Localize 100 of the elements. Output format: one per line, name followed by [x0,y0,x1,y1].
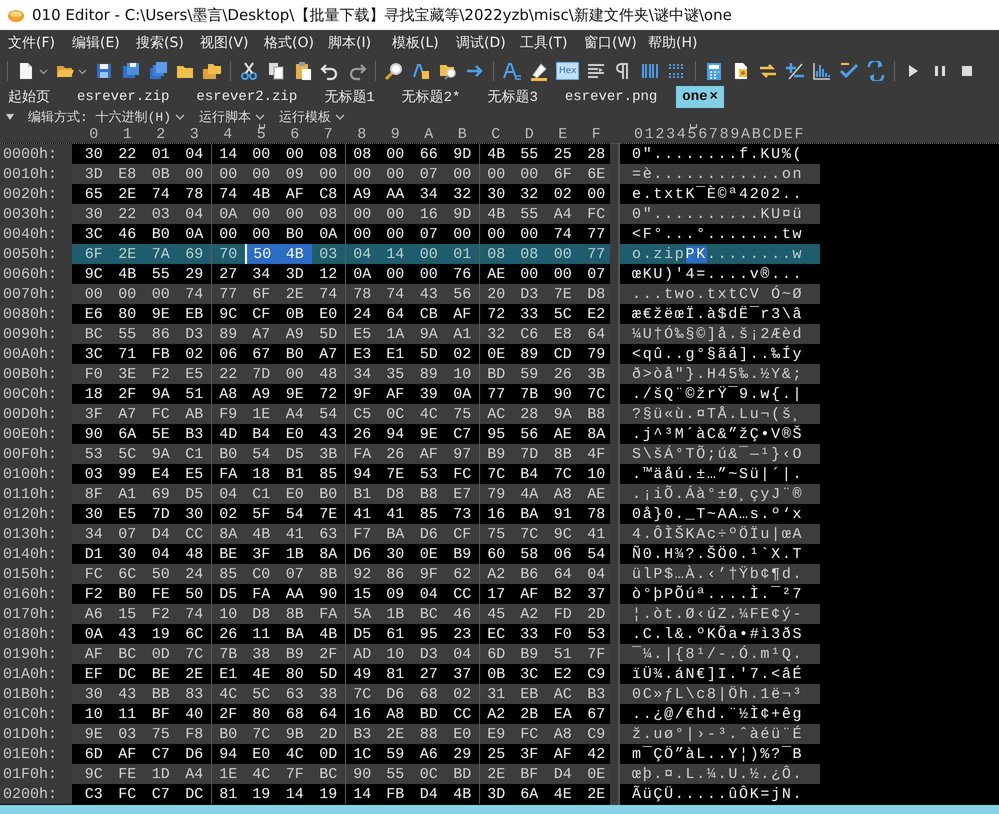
hex-byte: D3 [418,644,439,664]
hex-byte: B0 [284,224,305,244]
hex-byte: AC [552,684,573,704]
replace-icon[interactable] [411,61,431,81]
hex-byte: C8 [318,184,338,204]
hex-byte: 90 [552,384,573,404]
dropdown-menu[interactable]: 运行模板 [279,108,346,126]
hex-byte: 10 [84,704,104,724]
hex-byte: 29 [452,744,472,764]
hex-byte: BF [150,704,171,724]
search-icon[interactable] [384,61,404,81]
menu-item[interactable]: 编辑(E) [67,34,131,52]
hex-byte: 00 [84,284,104,304]
menu-item[interactable]: 格式(O) [259,34,323,52]
hex-byte: 64 [385,304,406,324]
menu-item[interactable]: 窗口(W) [579,34,643,52]
hex-byte: E8 [552,324,573,344]
tab[interactable]: 无标题2* [394,86,478,108]
ascii-text: ò°þPÕúª....Ì.¯²7 [632,586,804,602]
hex-byte: 5C [117,444,138,464]
hex-byte: 7D [251,364,272,384]
menu-item[interactable]: 搜索(S) [131,34,195,52]
hex-byte: 4B [318,624,338,644]
save-icon[interactable] [94,61,114,81]
hex-byte: 00 [284,364,305,384]
hex-byte: 9A [150,444,171,464]
hex-byte: 00 [385,164,406,184]
dropdown-menu[interactable]: 运行脚本 [199,108,266,126]
highlighter-icon[interactable] [529,61,549,81]
list-icon[interactable] [586,61,606,81]
collapse-icon[interactable] [6,113,14,121]
hex-byte: A1 [452,324,472,344]
column-marker-icon [690,124,696,128]
menu-item[interactable]: 脚本(I) [323,34,387,52]
columns-icon[interactable] [640,61,660,81]
column-label: 4 [222,126,234,143]
offset-label: 0120h: [0,504,72,524]
paste-icon[interactable] [293,61,313,81]
chevron-icon[interactable] [175,113,186,121]
folders-icon[interactable] [202,61,222,81]
save-as-icon[interactable] [121,61,141,81]
menu-item[interactable]: 模板(L) [387,34,451,52]
undo-icon[interactable] [320,61,340,81]
offset-label: 0110h: [0,484,72,504]
checkmark-icon[interactable] [839,61,860,81]
hex-byte: 86 [150,324,171,344]
hex-byte: BE [150,664,171,684]
scissors-icon[interactable] [239,61,259,81]
ascii-text: ........w [706,246,804,262]
hex-byte: 00 [184,164,204,184]
hex-byte: E7 [452,484,472,504]
hex-byte: E0 [452,724,472,744]
chevron-icon[interactable] [335,113,346,121]
hex-view-button[interactable]: Hex [556,62,580,80]
offset-label: 01A0h: [0,664,72,684]
chevron-icon[interactable] [255,113,266,121]
tab[interactable]: esrever.png [556,86,674,108]
menu-item[interactable]: 工具(T) [515,34,579,52]
save-all-icon[interactable] [148,61,168,81]
hex-byte: 7C [519,524,540,544]
tab-label[interactable]: one [682,89,708,105]
tab[interactable]: 无标题3 [479,86,555,108]
hex-byte: A4 [552,204,573,224]
hex-byte: 37 [586,584,606,604]
histogram-icon[interactable] [812,61,832,81]
redo-icon[interactable] [347,61,367,81]
tab[interactable]: 无标题1 [316,86,392,108]
hex-byte: 4E [251,664,272,684]
conversion-icon[interactable] [866,61,886,81]
tab[interactable]: esrever.zip [69,86,186,108]
tab[interactable]: 起始页 [0,86,67,108]
hex-byte: C1 [251,484,272,504]
dropdown-menu[interactable]: 编辑方式: 十六进制(H) [28,108,186,126]
close-icon[interactable]: × [710,89,718,105]
hex-byte: 85 [418,504,439,524]
hex-byte: FC [84,564,104,584]
hex-byte: 7C [586,384,606,404]
tab[interactable]: one× [676,86,724,108]
hex-byte: 43 [117,684,138,704]
hex-byte: 39 [418,384,439,404]
tab[interactable]: esrever2.zip [188,86,314,108]
hex-byte: 02 [452,344,472,364]
hex-byte: F0 [552,624,573,644]
menu-item[interactable]: 文件(F) [3,34,67,52]
offset-label: 0200h: [0,784,72,804]
hex-byte: 0C [418,764,439,784]
hex-byte: 6C [117,564,138,584]
menu-item[interactable]: 视图(V) [195,34,259,52]
hex-byte: 19 [318,784,338,804]
font-icon[interactable] [502,61,522,81]
hex-byte: BD [418,704,439,724]
menu-item[interactable]: 调试(D) [451,34,515,52]
menu-item[interactable]: 帮助(H) [643,34,707,52]
hex-byte: 32 [452,184,472,204]
plus-minus-icon[interactable] [785,61,806,81]
hex-byte: 14 [284,784,305,804]
hex-byte: 63 [284,684,305,704]
copy-icon[interactable] [266,61,286,81]
hex-byte: 00 [117,284,138,304]
hex-byte: 3B [318,444,338,464]
